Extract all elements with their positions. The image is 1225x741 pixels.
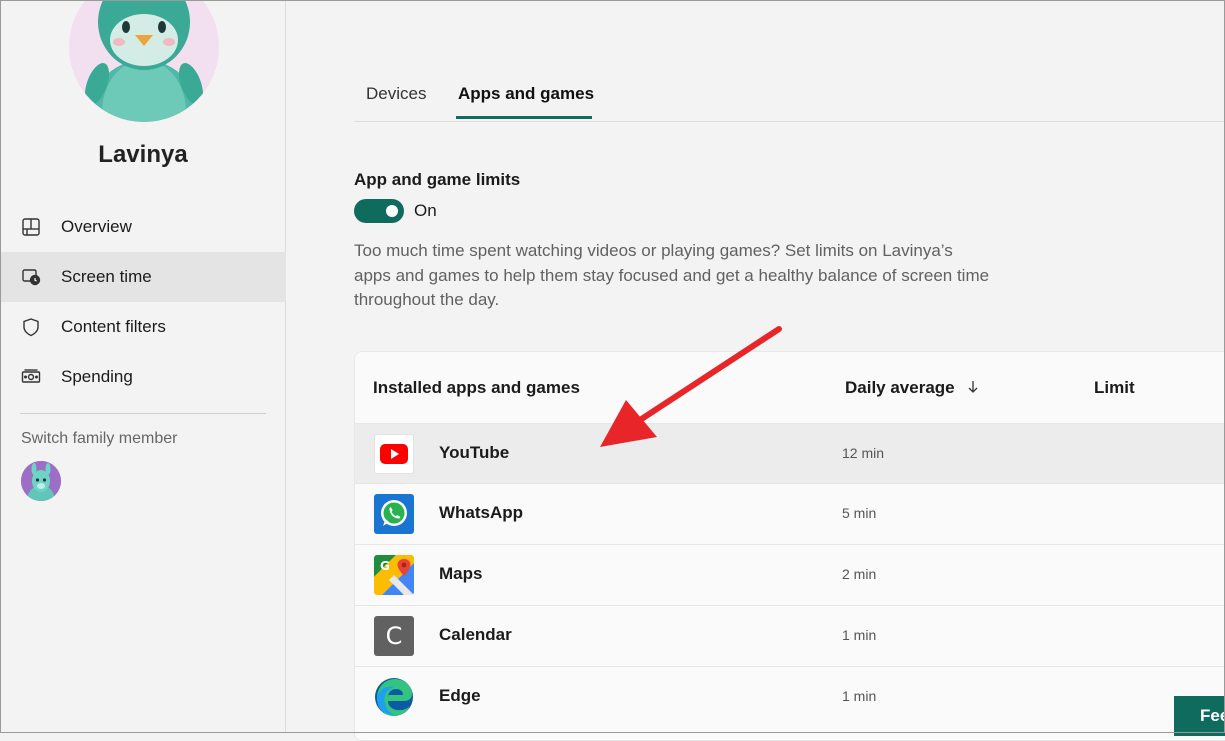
column-header-daily-average[interactable]: Daily average [845, 378, 979, 399]
app-daily-average: 5 min [842, 505, 877, 521]
column-header-limit: Limit [1094, 378, 1135, 397]
app-name: WhatsApp [439, 503, 524, 522]
tab-apps-and-games[interactable]: Apps and games [458, 78, 594, 121]
sidebar-item-label: Content filters [61, 317, 166, 336]
sidebar-item-label: Screen time [61, 267, 152, 286]
table-row[interactable]: WhatsApp 5 min [355, 483, 1225, 543]
table-row[interactable]: YouTube 12 min [355, 423, 1225, 483]
app-daily-average: 1 min [842, 688, 877, 704]
family-member-avatar[interactable] [21, 461, 61, 501]
sidebar-divider [20, 413, 266, 414]
profile-name: Lavinya [98, 141, 188, 168]
section-title: App and game limits [354, 170, 521, 189]
sidebar-item-content-filters[interactable]: Content filters [0, 302, 286, 352]
svg-text:G: G [380, 559, 390, 573]
feedback-button[interactable]: Fee [1174, 696, 1225, 736]
table-row[interactable]: Edge 1 min [355, 666, 1225, 726]
table-row[interactable]: G Maps 2 min [355, 544, 1225, 604]
edge-icon [374, 677, 414, 717]
toggle-state-label: On [414, 201, 437, 220]
sidebar-item-label: Spending [61, 367, 133, 386]
active-tab-indicator [456, 116, 592, 119]
app-daily-average: 1 min [842, 627, 877, 643]
sidebar-nav: Overview Screen time Content filters Spe… [0, 202, 286, 402]
arrow-down-icon [967, 379, 979, 399]
app-name: Calendar [439, 625, 512, 644]
table-header: Installed apps and games Daily average L… [355, 352, 1225, 423]
table-row[interactable]: C Calendar 1 min [355, 605, 1225, 665]
limits-description: Too much time spent watching videos or p… [354, 241, 990, 309]
sidebar-item-label: Overview [61, 217, 132, 236]
sidebar: Lavinya Overview Screen time Content fil… [0, 0, 286, 733]
toggle-knob [386, 205, 398, 217]
column-header-name: Installed apps and games [373, 378, 580, 397]
column-header-label: Daily average [845, 378, 955, 397]
apps-table-card: Installed apps and games Daily average L… [354, 351, 1225, 741]
tab-devices[interactable]: Devices [366, 78, 426, 121]
sidebar-item-spending[interactable]: Spending [0, 352, 286, 402]
app-daily-average: 12 min [842, 445, 885, 461]
sidebar-item-screen-time[interactable]: Screen time [0, 252, 286, 302]
shield-icon [20, 316, 42, 338]
screen-time-icon [20, 266, 42, 288]
app-daily-average: 2 min [842, 566, 877, 582]
youtube-icon [374, 434, 414, 474]
app-name: Maps [439, 564, 483, 583]
app-name: YouTube [439, 443, 510, 462]
sidebar-item-overview[interactable]: Overview [0, 202, 286, 252]
profile-avatar [69, 0, 219, 122]
switch-family-member-label: Switch family member [21, 430, 178, 447]
money-icon [20, 366, 42, 388]
limits-toggle[interactable] [354, 199, 404, 223]
calendar-icon: C [374, 616, 414, 656]
whatsapp-icon [374, 494, 414, 534]
maps-icon: G [374, 555, 414, 595]
overview-icon [20, 216, 42, 238]
app-name: Edge [439, 686, 481, 705]
